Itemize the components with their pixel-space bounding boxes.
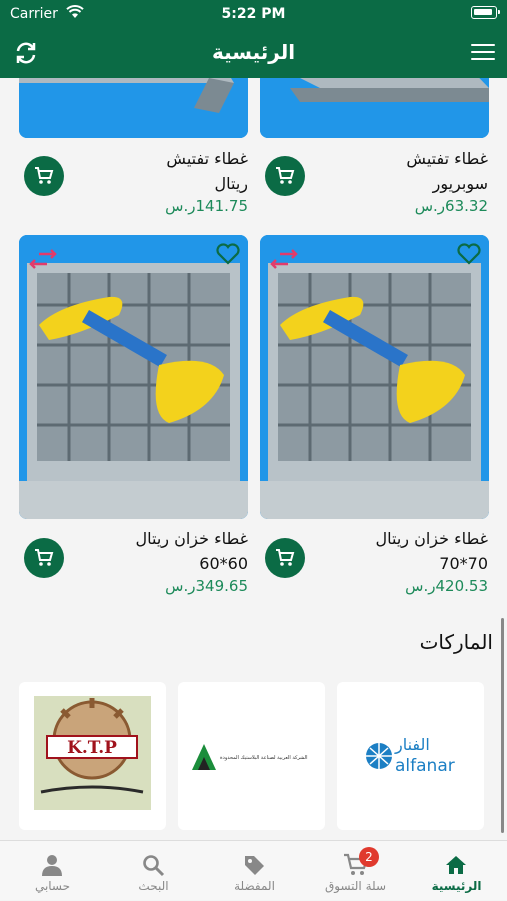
product-name-line: غطاء خزان ريتال bbox=[375, 529, 488, 548]
product-name-line: سوبريور bbox=[432, 174, 488, 193]
product-name-line: 60*60 bbox=[199, 554, 248, 573]
product-price: 349.65ر.س bbox=[165, 577, 248, 595]
brands-section-title: الماركات bbox=[419, 630, 493, 654]
svg-text:الفنار: الفنار bbox=[394, 735, 430, 755]
cart-icon bbox=[35, 167, 54, 184]
add-to-cart-button[interactable] bbox=[24, 156, 64, 196]
product-name-line: 70*70 bbox=[439, 554, 488, 573]
tab-label: الرئيسية bbox=[431, 879, 482, 893]
product-name-line: غطاء تفتيش bbox=[406, 149, 488, 168]
person-icon bbox=[42, 855, 62, 876]
ktp-logo: K.T.P bbox=[34, 696, 151, 810]
product-name-line: غطاء تفتيش bbox=[166, 149, 248, 168]
tag-icon bbox=[245, 856, 264, 875]
product-price: 63.32ر.س bbox=[414, 197, 488, 215]
favorite-heart-icon[interactable] bbox=[456, 242, 482, 266]
compare-arrows-icon[interactable] bbox=[29, 248, 57, 270]
product-name[interactable]: غطاء تفتيش سوبريور bbox=[406, 146, 488, 196]
cart-badge: 2 bbox=[359, 847, 379, 867]
tab-account[interactable]: حسابي bbox=[2, 841, 103, 901]
add-to-cart-button[interactable] bbox=[24, 538, 64, 578]
brand-card-arabic-plastic[interactable]: الشركة العربية لصناعة البلاستيك المحدودة bbox=[178, 682, 325, 830]
product-name[interactable]: غطاء خزان ريتال 60*60 bbox=[136, 526, 248, 576]
tab-search[interactable]: البحث bbox=[103, 841, 204, 901]
tab-home[interactable]: الرئيسية bbox=[406, 841, 507, 901]
status-bar: Carrier 5:22 PM bbox=[0, 0, 507, 28]
home-icon bbox=[446, 856, 466, 874]
tab-label: المفضلة bbox=[234, 879, 275, 893]
tab-label: حسابي bbox=[34, 879, 71, 893]
product-name[interactable]: غطاء خزان ريتال 70*70 bbox=[376, 526, 488, 576]
compare-arrows-icon[interactable] bbox=[270, 248, 298, 270]
tab-favorites[interactable]: المفضلة bbox=[204, 841, 305, 901]
home-content[interactable]: غطاء تفتيش سوبريور 63.32ر.س غطاء تفتيش ر… bbox=[0, 78, 507, 840]
product-price: 141.75ر.س bbox=[165, 197, 248, 215]
navigation-bar: الرئيسية bbox=[0, 28, 507, 78]
product-image[interactable] bbox=[19, 78, 248, 138]
arabic-plastic-logo: الشركة العربية لصناعة البلاستيك المحدودة bbox=[192, 744, 308, 770]
brand-card-ktp[interactable]: K.T.P bbox=[19, 682, 166, 830]
product-name[interactable]: غطاء تفتيش ريتال bbox=[166, 146, 248, 196]
product-name-line: غطاء خزان ريتال bbox=[135, 529, 248, 548]
add-to-cart-button[interactable] bbox=[265, 538, 305, 578]
tab-label: البحث bbox=[138, 879, 169, 893]
product-image[interactable] bbox=[260, 78, 489, 138]
brand-card-alfanar[interactable]: الفنار alfanar bbox=[337, 682, 484, 830]
battery-icon bbox=[471, 6, 500, 19]
tab-label: سلة التسوق bbox=[324, 879, 387, 893]
add-to-cart-button[interactable] bbox=[265, 156, 305, 196]
svg-text:K.T.P: K.T.P bbox=[67, 738, 117, 758]
svg-text:alfanar: alfanar bbox=[395, 756, 455, 776]
menu-icon[interactable] bbox=[471, 44, 495, 62]
tab-cart[interactable]: 2 سلة التسوق bbox=[305, 841, 406, 901]
product-image[interactable] bbox=[260, 235, 489, 519]
cart-icon bbox=[276, 167, 295, 184]
page-title: الرئيسية bbox=[211, 40, 296, 64]
clock: 5:22 PM bbox=[221, 6, 286, 22]
alfanar-logo: الفنار alfanar bbox=[366, 735, 455, 776]
scrollbar[interactable] bbox=[501, 618, 504, 833]
search-icon bbox=[143, 855, 165, 877]
product-image[interactable] bbox=[19, 235, 248, 519]
cart-icon bbox=[35, 549, 54, 566]
favorite-heart-icon[interactable] bbox=[215, 242, 241, 266]
tab-bar: الرئيسية 2 سلة التسوق المفضلة البحث حساب… bbox=[0, 840, 507, 900]
svg-text:الشركة العربية لصناعة البلاستي: الشركة العربية لصناعة البلاستيك المحدودة bbox=[220, 755, 308, 761]
product-price: 420.53ر.س bbox=[405, 577, 488, 595]
product-name-line: ريتال bbox=[214, 174, 248, 193]
cart-icon bbox=[276, 549, 295, 566]
